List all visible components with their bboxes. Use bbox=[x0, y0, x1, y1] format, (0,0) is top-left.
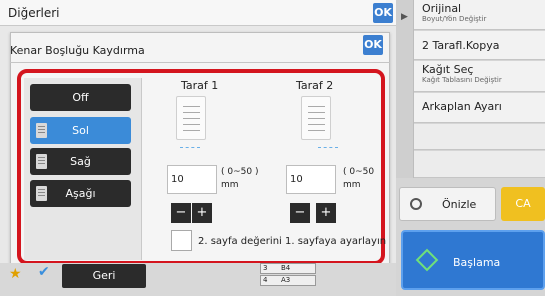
option-right-button[interactable]: Sağ bbox=[30, 148, 131, 175]
side1-minus-button[interactable]: − bbox=[171, 203, 191, 223]
right-item-original[interactable]: Orijinal Boyut/Yön Değiştir bbox=[414, 0, 545, 30]
start-diamond-icon bbox=[415, 248, 439, 272]
tray-size: B4 bbox=[281, 264, 291, 272]
side2-plus-button[interactable]: + bbox=[316, 203, 336, 223]
right-item-sub: Boyut/Yön Değiştir bbox=[422, 15, 487, 23]
dialog-title: Kenar Boşluğu Kaydırma bbox=[10, 44, 145, 57]
option-label: Sol bbox=[72, 124, 89, 137]
magnifier-icon bbox=[410, 198, 422, 210]
side1-unit: mm bbox=[221, 180, 239, 190]
option-label: Aşağı bbox=[65, 187, 96, 200]
side2-range: ( 0~50 bbox=[343, 167, 375, 177]
document-icon bbox=[36, 186, 47, 201]
page-title: Diğerleri bbox=[8, 6, 60, 20]
side1-range: ( 0~50 ) bbox=[221, 167, 259, 177]
top-ok-button[interactable]: OK bbox=[373, 3, 393, 23]
dialog-ok-button[interactable]: OK bbox=[363, 35, 383, 55]
side1-margin-input[interactable]: 10 bbox=[167, 165, 217, 194]
tray-indicator: 4 A3 bbox=[260, 275, 316, 286]
clear-all-button[interactable]: CA bbox=[501, 187, 545, 221]
right-item-empty bbox=[414, 124, 545, 150]
tray-number: 3 bbox=[263, 264, 268, 272]
side2-minus-button[interactable]: − bbox=[290, 203, 310, 223]
copy-settings-screen: Diğerleri OK ▶ Orijinal Boyut/Yön Değişt… bbox=[0, 0, 545, 296]
play-arrow-icon: ▶ bbox=[401, 12, 408, 22]
checkmark-icon[interactable]: ✔ bbox=[38, 264, 50, 280]
option-off-button[interactable]: Off bbox=[30, 84, 131, 111]
tray-size: A3 bbox=[281, 276, 291, 284]
margin-arrow-icon bbox=[180, 147, 200, 148]
option-left-button[interactable]: Sol bbox=[30, 117, 131, 144]
right-item-main: Orijinal bbox=[422, 2, 462, 15]
tray-indicator: 3 B4 bbox=[260, 263, 316, 274]
margin-arrow-icon bbox=[318, 147, 338, 148]
side1-label: Taraf 1 bbox=[181, 79, 219, 92]
right-item-duplex[interactable]: 2 Tarafl.Kopya bbox=[414, 31, 545, 60]
right-item-background[interactable]: Arkaplan Ayarı bbox=[414, 93, 545, 123]
preview-button[interactable]: Önizle bbox=[399, 187, 496, 221]
right-item-main: Arkaplan Ayarı bbox=[422, 100, 502, 113]
right-item-main: Kağıt Seç bbox=[422, 63, 474, 76]
preview-label: Önizle bbox=[442, 198, 477, 211]
option-label: Sağ bbox=[70, 155, 91, 168]
divider bbox=[10, 62, 390, 63]
start-label: Başlama bbox=[453, 256, 501, 269]
side1-page-icon bbox=[176, 96, 206, 140]
side2-unit: mm bbox=[343, 180, 361, 190]
right-item-sub: Kağıt Tablasını Değiştir bbox=[422, 76, 502, 84]
side1-plus-button[interactable]: + bbox=[192, 203, 212, 223]
bottom-bar bbox=[0, 263, 396, 296]
option-down-button[interactable]: Aşağı bbox=[30, 180, 131, 207]
same-value-label: 2. sayfa değerini 1. sayfaya ayarlayın bbox=[198, 236, 387, 247]
right-item-main: 2 Tarafl.Kopya bbox=[422, 39, 500, 52]
right-item-empty bbox=[414, 151, 545, 178]
side2-page-icon bbox=[301, 96, 331, 140]
right-item-paper[interactable]: Kağıt Seç Kağıt Tablasını Değiştir bbox=[414, 61, 545, 92]
document-icon bbox=[36, 123, 47, 138]
same-value-checkbox[interactable] bbox=[171, 230, 192, 251]
side2-label: Taraf 2 bbox=[296, 79, 334, 92]
side2-margin-input[interactable]: 10 bbox=[286, 165, 336, 194]
back-button[interactable]: Geri bbox=[62, 264, 146, 288]
start-button[interactable]: Başlama bbox=[401, 230, 545, 290]
tray-number: 4 bbox=[263, 276, 268, 284]
top-bar: Diğerleri bbox=[0, 0, 396, 26]
panel-toggle[interactable]: ▶ bbox=[396, 0, 414, 178]
document-icon bbox=[36, 154, 47, 169]
star-icon[interactable]: ★ bbox=[9, 266, 22, 282]
